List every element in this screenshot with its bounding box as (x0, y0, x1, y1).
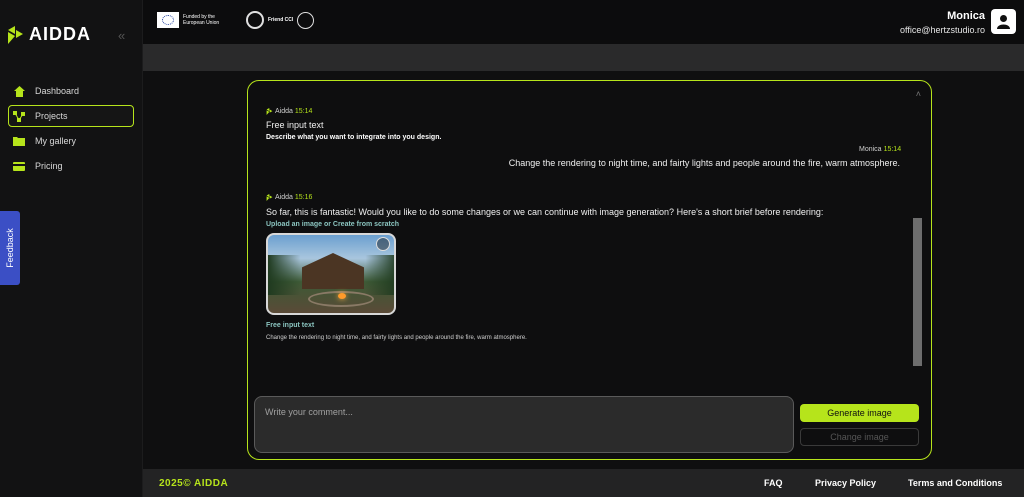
aidda-mini-icon (266, 108, 273, 115)
folder-icon (13, 135, 25, 147)
sidebar-item-projects[interactable]: Projects (8, 105, 134, 127)
user-avatar-icon[interactable] (991, 9, 1016, 34)
change-image-button[interactable]: Change image (800, 428, 919, 446)
sidebar-item-label: My gallery (35, 136, 77, 146)
message-time: 15:16 (294, 194, 313, 201)
feedback-tab[interactable]: Feedback (0, 211, 20, 285)
footer-link-terms[interactable]: Terms and Conditions (908, 478, 1002, 488)
friend-cci-text: Friend CCI (268, 17, 294, 23)
friend-cci-badge: Friend CCI (246, 11, 315, 29)
friend-ring-icon (297, 11, 315, 29)
sub-header-bar (143, 44, 1024, 71)
message-time: 15:14 (294, 108, 313, 115)
footer-copyright: 2025© AIDDA (159, 478, 229, 489)
ai-message-text: So far, this is fantastic! Would you lik… (266, 207, 824, 217)
message-meta: Aidda 15:14 (266, 108, 312, 115)
message-meta: Monica 15:14 (859, 146, 901, 153)
eu-flag-icon (157, 12, 179, 28)
sidebar-item-pricing[interactable]: Pricing (8, 155, 134, 177)
feedback-label: Feedback (5, 228, 15, 268)
projects-icon (13, 110, 25, 122)
sidebar-nav: Dashboard Projects My gallery Pricing (8, 80, 134, 180)
user-name: Monica (947, 10, 985, 22)
sidebar-item-my-gallery[interactable]: My gallery (8, 130, 134, 152)
sidebar: AIDDA « Dashboard Projects My gallery Pr (0, 0, 143, 497)
brand-name: AIDDA (29, 24, 91, 44)
chat-scrollbar-thumb[interactable] (913, 218, 922, 366)
message-subtitle: Describe what you want to integrate into… (266, 134, 442, 141)
eu-funding-text: Funded by the European Union (183, 14, 220, 26)
brand-logo[interactable]: AIDDA (8, 24, 91, 45)
sidebar-item-label: Dashboard (35, 86, 80, 96)
scroll-up-icon[interactable]: ˄ (916, 89, 921, 99)
sidebar-item-label: Projects (35, 111, 68, 121)
eu-funding-badge: Funded by the European Union (157, 12, 233, 28)
friend-logo-icon (246, 11, 264, 29)
message-title: Free input text (266, 120, 324, 130)
home-icon (13, 85, 25, 97)
sidebar-item-label: Pricing (35, 161, 63, 171)
free-input-section-text: Change the rendering to night time, and … (266, 335, 527, 341)
footer: 2025© AIDDA FAQ Privacy Policy Terms and… (143, 469, 1024, 497)
chat-panel: ˄ Aidda 15:14 Free input text Describe w… (247, 80, 932, 460)
aidda-logo-icon (8, 25, 23, 44)
user-email: office@hertzstudio.ro (899, 25, 985, 35)
message-meta: Aidda 15:16 (266, 194, 312, 201)
sidebar-item-dashboard[interactable]: Dashboard (8, 80, 134, 102)
project-image-thumbnail[interactable] (266, 233, 396, 315)
generate-image-button[interactable]: Generate image (800, 404, 919, 422)
card-icon (13, 160, 25, 172)
footer-link-faq[interactable]: FAQ (764, 478, 783, 488)
message-sender: Aidda (275, 108, 293, 115)
message-time: 15:14 (883, 146, 902, 153)
upload-section-link[interactable]: Upload an image or Create from scratch (266, 221, 399, 228)
aidda-mini-icon (266, 194, 273, 201)
footer-link-privacy[interactable]: Privacy Policy (815, 478, 876, 488)
top-header: Funded by the European Union Friend CCI … (143, 0, 1024, 44)
message-sender: Aidda (275, 194, 293, 201)
user-message-text: Change the rendering to night time, and … (508, 158, 900, 168)
image-action-icon[interactable] (376, 237, 390, 251)
message-sender: Monica (859, 146, 882, 153)
free-input-section-label: Free input text (266, 322, 315, 329)
comment-input[interactable] (254, 396, 794, 453)
collapse-sidebar-icon[interactable]: « (118, 28, 125, 43)
